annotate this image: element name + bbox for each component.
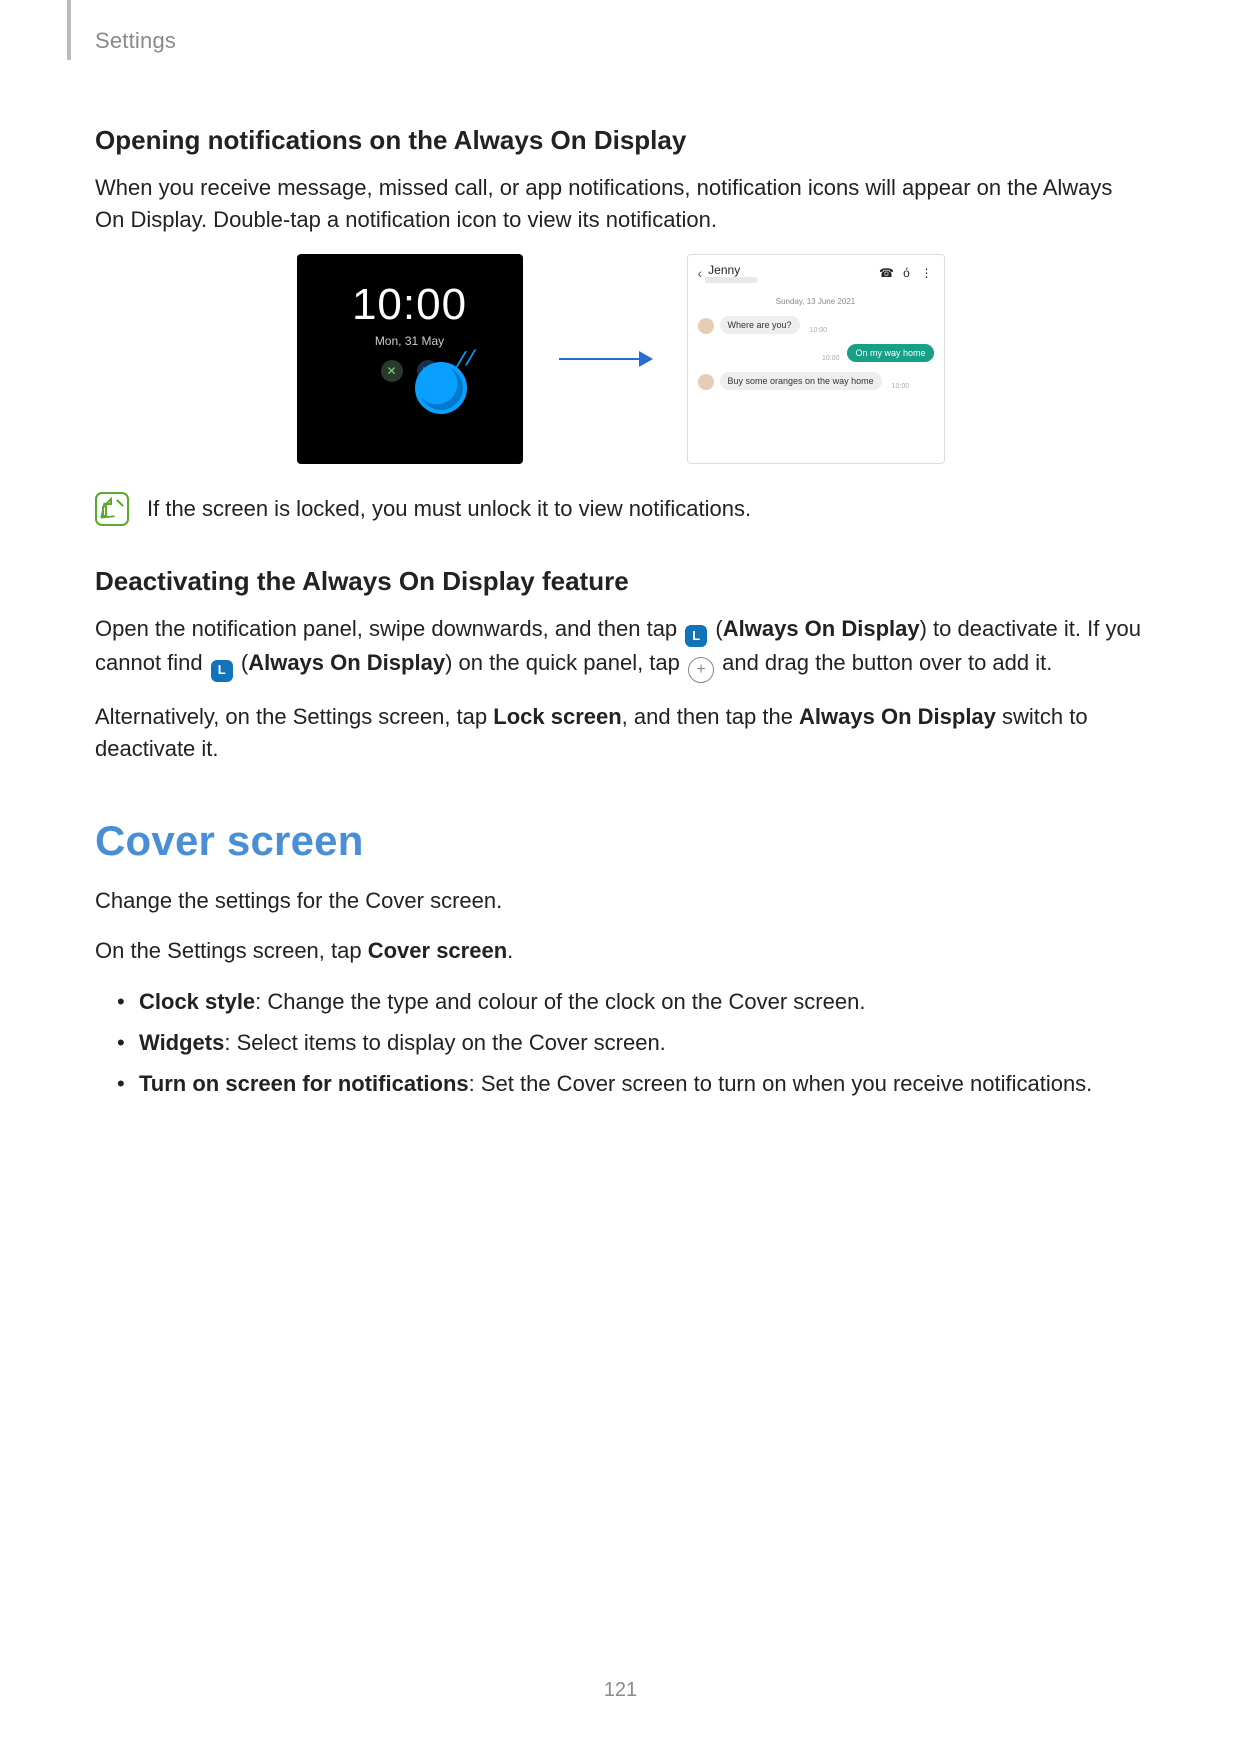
chat-timestamp: 10:00 — [822, 355, 840, 362]
text: Open the notification panel, swipe downw… — [95, 616, 683, 641]
chat-contact-name: Jenny — [708, 263, 757, 277]
bold-text: Widgets — [139, 1030, 224, 1055]
back-icon: ‹ — [698, 265, 703, 281]
figure-aod-screen: 10:00 Mon, 31 May ✕ ✉ ⟋⟋ — [297, 254, 523, 464]
aod-clock-icon: L — [685, 625, 707, 647]
note-icon — [95, 492, 129, 526]
call-icon: ☎ — [880, 266, 894, 280]
list-item: Widgets: Select items to display on the … — [117, 1026, 1146, 1059]
missed-call-icon: ✕ — [381, 360, 403, 382]
text: : Set the Cover screen to turn on when y… — [469, 1071, 1093, 1096]
text: , and then tap the — [622, 704, 799, 729]
figure-chat-screen: ‹ Jenny ☎ ό ⋮ Sunday, 13 June 2021 Where… — [687, 254, 945, 464]
section-label: Settings — [95, 28, 176, 54]
text: ( — [235, 650, 248, 675]
text: On the Settings screen, tap — [95, 938, 368, 963]
text: : Select items to display on the Cover s… — [224, 1030, 665, 1055]
heading-opening-notifications: Opening notifications on the Always On D… — [95, 125, 1146, 156]
chat-bubble-in: Buy some oranges on the way home — [720, 372, 882, 390]
paragraph: On the Settings screen, tap Cover screen… — [95, 935, 1146, 967]
chat-bubble-in: Where are you? — [720, 316, 800, 334]
tap-gesture-icon — [415, 362, 467, 414]
bold-text: Always On Display — [248, 650, 445, 675]
paragraph: Alternatively, on the Settings screen, t… — [95, 701, 1146, 765]
text: : Change the type and colour of the cloc… — [255, 989, 865, 1014]
figure-row: 10:00 Mon, 31 May ✕ ✉ ⟋⟋ ‹ Jenny — [95, 254, 1146, 464]
bold-text: Cover screen — [368, 938, 507, 963]
avatar — [698, 318, 714, 334]
video-icon: ό — [900, 266, 914, 280]
chat-date: Sunday, 13 June 2021 — [698, 297, 934, 306]
aod-clock: 10:00 — [297, 280, 523, 330]
list-item: Clock style: Change the type and colour … — [117, 985, 1146, 1018]
chat-timestamp: 10:00 — [810, 327, 828, 334]
header-rule — [67, 0, 71, 60]
bullet-list: Clock style: Change the type and colour … — [117, 985, 1146, 1100]
page-number: 121 — [0, 1679, 1241, 1702]
more-icon: ⋮ — [920, 266, 934, 280]
aod-clock-icon: L — [211, 660, 233, 682]
paragraph: Open the notification panel, swipe downw… — [95, 613, 1146, 683]
heading-cover-screen: Cover screen — [95, 817, 1146, 865]
heading-deactivating: Deactivating the Always On Display featu… — [95, 566, 1146, 597]
chat-timestamp: 10:00 — [892, 383, 910, 390]
bold-text: Lock screen — [493, 704, 621, 729]
paragraph: Change the settings for the Cover screen… — [95, 885, 1146, 917]
document-page: Settings Opening notifications on the Al… — [0, 0, 1241, 1754]
bold-text: Turn on screen for notifications — [139, 1071, 469, 1096]
text: and drag the button over to add it. — [716, 650, 1052, 675]
text: Alternatively, on the Settings screen, t… — [95, 704, 493, 729]
bold-text: Always On Display — [723, 616, 920, 641]
note-text: If the screen is locked, you must unlock… — [147, 496, 751, 522]
paragraph: When you receive message, missed call, o… — [95, 172, 1146, 236]
note-callout: If the screen is locked, you must unlock… — [95, 492, 1146, 526]
bold-text: Always On Display — [799, 704, 996, 729]
text: ( — [709, 616, 722, 641]
list-item: Turn on screen for notifications: Set th… — [117, 1067, 1146, 1100]
text: . — [507, 938, 513, 963]
chat-bubble-out: On my way home — [847, 344, 933, 362]
avatar — [698, 374, 714, 390]
bold-text: Clock style — [139, 989, 255, 1014]
plus-circle-icon: + — [688, 657, 714, 683]
text: ) on the quick panel, tap — [445, 650, 686, 675]
aod-date: Mon, 31 May — [297, 334, 523, 348]
arrow-right-icon — [559, 358, 651, 360]
